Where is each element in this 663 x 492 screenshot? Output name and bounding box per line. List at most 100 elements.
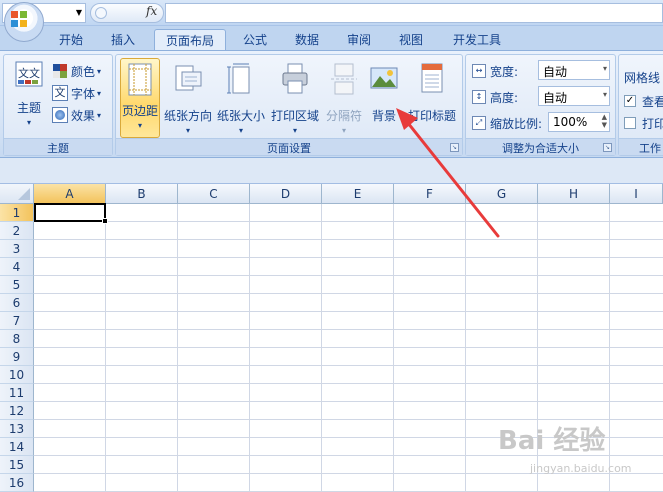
- group-label-page-setup: 页面设置: [116, 138, 462, 155]
- height-icon: ↕: [472, 90, 486, 104]
- height-label-row: ↕ 高度:: [472, 87, 518, 107]
- column-header-c[interactable]: C: [178, 184, 250, 204]
- row-header[interactable]: 13: [0, 420, 34, 438]
- theme-fonts-button[interactable]: 文 字体 ▾: [52, 83, 101, 103]
- margins-icon: [128, 63, 152, 96]
- row-header[interactable]: 6: [0, 294, 34, 312]
- column-header-a[interactable]: A: [34, 184, 106, 204]
- row-headers: 1 2 3 4 5 6 7 8 9 10 11 12 13 14 15 16: [0, 204, 34, 492]
- chevron-down-icon: ▾: [292, 126, 297, 135]
- page-setup-launcher-icon[interactable]: ↘: [450, 143, 459, 152]
- effects-icon: [52, 107, 68, 123]
- print-titles-button[interactable]: 打印标题: [404, 58, 460, 124]
- stepper-down-icon[interactable]: ▼: [602, 121, 607, 129]
- orientation-icon: [175, 65, 202, 91]
- group-scale-to-fit: ↔ 宽度: 自动 ▾ ↕ 高度: 自动 ▾ ⤢ 缩放比例: 100% ▲ ▼ 调整为…: [465, 54, 616, 156]
- chevron-down-icon: ▾: [238, 126, 243, 135]
- fill-handle[interactable]: [102, 218, 108, 224]
- scale-launcher-icon[interactable]: ↘: [603, 143, 612, 152]
- background-icon: [370, 67, 398, 89]
- width-label-row: ↔ 宽度:: [472, 61, 518, 81]
- chevron-down-icon: ▾: [26, 118, 31, 127]
- expand-icon[interactable]: [95, 7, 107, 19]
- chevron-down-icon: ▾: [97, 88, 102, 98]
- select-all-corner[interactable]: [0, 184, 34, 204]
- colors-icon: [53, 64, 67, 78]
- column-header-g[interactable]: G: [466, 184, 538, 204]
- height-select[interactable]: 自动 ▾: [538, 86, 610, 106]
- breaks-button[interactable]: 分隔符 ▾: [322, 58, 366, 135]
- row-header[interactable]: 9: [0, 348, 34, 366]
- column-header-f[interactable]: F: [394, 184, 466, 204]
- row-header[interactable]: 3: [0, 240, 34, 258]
- group-label-sheet-options: 工作: [619, 138, 663, 155]
- formula-input[interactable]: [165, 3, 663, 23]
- chevron-down-icon: ▾: [137, 121, 142, 130]
- column-headers: A B C D E F G H I: [34, 184, 663, 204]
- row-header[interactable]: 8: [0, 330, 34, 348]
- column-header-h[interactable]: H: [538, 184, 610, 204]
- column-header-d[interactable]: D: [250, 184, 322, 204]
- row-header[interactable]: 2: [0, 222, 34, 240]
- group-sheet-options: 网格线 ✓ 查看 打印 工作: [618, 54, 663, 156]
- row-header[interactable]: 11: [0, 384, 34, 402]
- column-header-i[interactable]: I: [610, 184, 663, 204]
- tab-insert[interactable]: 插入: [100, 29, 146, 50]
- print-area-button[interactable]: 打印区域 ▾: [270, 58, 320, 135]
- stepper-up-icon[interactable]: ▲: [602, 113, 607, 121]
- row-header[interactable]: 12: [0, 402, 34, 420]
- group-page-setup: 页边距 ▾ 纸张方向 ▾ 纸张大小 ▾ 打印区域 ▾ 分隔符 ▾ 背景 打印标题…: [115, 54, 463, 156]
- gridlines-print-checkbox[interactable]: 打印: [624, 113, 663, 133]
- scale-label-row: ⤢ 缩放比例:: [472, 113, 542, 133]
- theme-effects-button[interactable]: 效果 ▾: [52, 105, 101, 125]
- size-icon: [227, 63, 250, 94]
- print-titles-icon: [421, 63, 443, 93]
- orientation-button[interactable]: 纸张方向 ▾: [164, 58, 212, 135]
- tab-page-layout[interactable]: 页面布局: [154, 29, 226, 50]
- ribbon-tabs: 开始 插入 页面布局 公式 数据 审阅 视图 开发工具: [0, 26, 663, 50]
- width-select[interactable]: 自动 ▾: [538, 60, 610, 80]
- row-header[interactable]: 4: [0, 258, 34, 276]
- row-header[interactable]: 14: [0, 438, 34, 456]
- scale-icon: ⤢: [472, 116, 486, 130]
- row-header[interactable]: 1: [0, 204, 34, 222]
- column-header-e[interactable]: E: [322, 184, 394, 204]
- tab-view[interactable]: 视图: [388, 29, 434, 50]
- tab-developer[interactable]: 开发工具: [444, 29, 510, 50]
- chevron-down-icon: ▾: [97, 110, 102, 120]
- chevron-down-icon: ▾: [602, 90, 607, 99]
- tab-formulas[interactable]: 公式: [232, 29, 278, 50]
- gridlines-view-checkbox[interactable]: ✓ 查看: [624, 91, 663, 111]
- breaks-icon: [331, 63, 357, 95]
- size-button[interactable]: 纸张大小 ▾: [216, 58, 266, 135]
- scale-stepper[interactable]: 100% ▲ ▼: [548, 112, 610, 132]
- active-cell[interactable]: [34, 203, 106, 222]
- themes-button[interactable]: 文文 主题 ▾: [8, 58, 50, 127]
- group-label-themes: 主题: [4, 138, 112, 155]
- tab-review[interactable]: 审阅: [336, 29, 382, 50]
- ribbon: 文文 主题 ▾ 颜色 ▾ 文 字体 ▾ 效果 ▾ 主题 页边距 ▾ 纸张方向 ▾…: [0, 50, 663, 158]
- watermark-url: jingyan.baidu.com: [530, 462, 632, 475]
- chevron-down-icon: ▾: [602, 64, 607, 73]
- row-header[interactable]: 15: [0, 456, 34, 474]
- margins-button[interactable]: 页边距 ▾: [120, 58, 160, 138]
- tab-home[interactable]: 开始: [48, 29, 94, 50]
- fonts-icon: 文: [52, 85, 68, 101]
- row-header[interactable]: 16: [0, 474, 34, 492]
- group-label-scale-to-fit: 调整为合适大小: [466, 138, 615, 155]
- width-icon: ↔: [472, 64, 486, 78]
- check-icon: ✓: [624, 95, 636, 107]
- office-logo-icon: [11, 11, 27, 27]
- row-header[interactable]: 5: [0, 276, 34, 294]
- column-header-b[interactable]: B: [106, 184, 178, 204]
- theme-colors-button[interactable]: 颜色 ▾: [52, 61, 101, 81]
- insert-function-icon[interactable]: fx: [146, 4, 157, 18]
- row-header[interactable]: 10: [0, 366, 34, 384]
- row-header[interactable]: 7: [0, 312, 34, 330]
- formula-bar: [0, 158, 663, 184]
- group-themes: 文文 主题 ▾ 颜色 ▾ 文 字体 ▾ 效果 ▾ 主题: [3, 54, 113, 156]
- chevron-down-icon: ▾: [341, 126, 346, 135]
- tab-data[interactable]: 数据: [284, 29, 330, 50]
- background-button[interactable]: 背景: [366, 58, 402, 124]
- checkbox-empty: [624, 117, 636, 129]
